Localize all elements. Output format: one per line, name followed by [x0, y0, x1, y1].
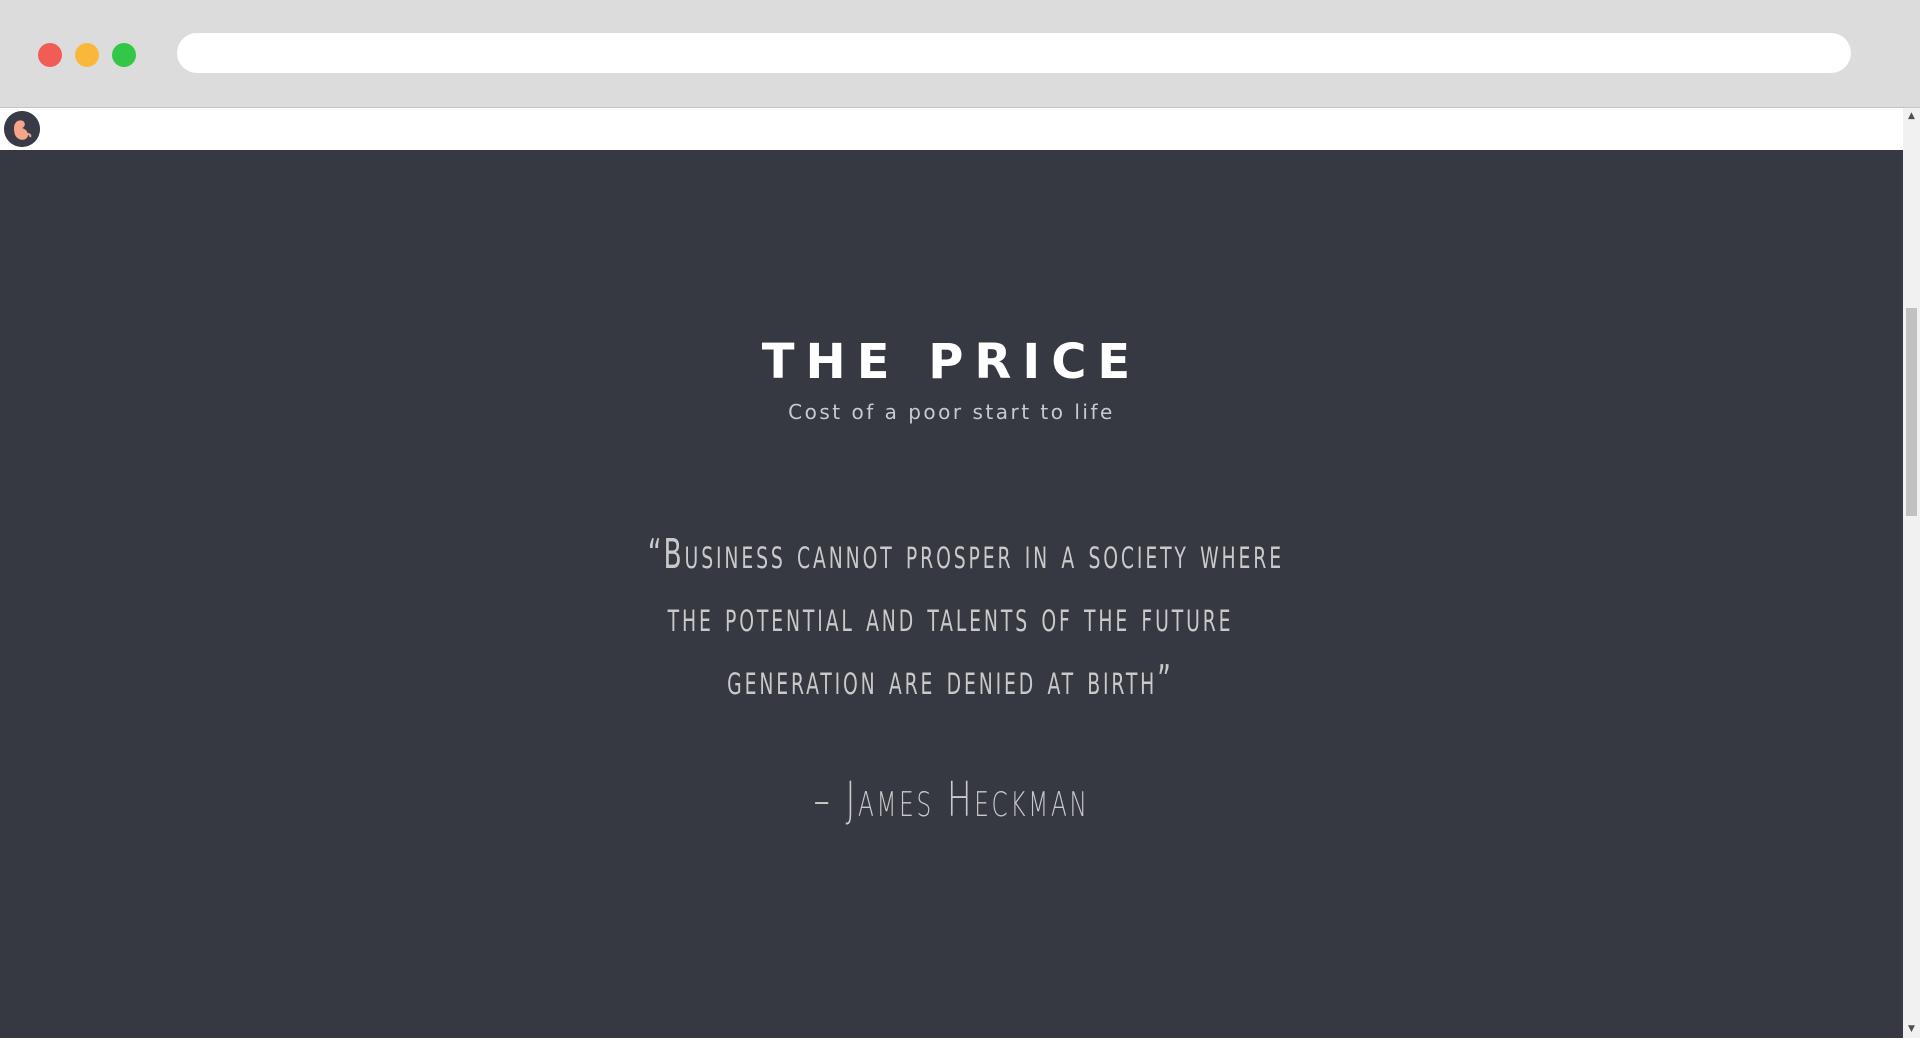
scroll-up-icon[interactable]: ▲	[1903, 108, 1920, 125]
scrollbar-thumb[interactable]	[1906, 308, 1917, 516]
quote-text: “Business cannot prosper in a society wh…	[647, 523, 1284, 712]
page-viewport: THE PRICE Cost of a poor start to life “…	[0, 108, 1920, 1058]
page-bottom-strip	[0, 1038, 1903, 1058]
site-logo[interactable]	[4, 111, 40, 147]
site-header	[0, 108, 1903, 150]
maximize-window-button[interactable]	[112, 43, 136, 67]
scroll-down-icon[interactable]: ▼	[1903, 1021, 1920, 1038]
quote-author: – James Heckman	[813, 772, 1090, 828]
quote-line: “Business cannot prosper in a society wh…	[647, 530, 1284, 578]
quote-block: “Business cannot prosper in a society wh…	[0, 150, 1903, 1038]
browser-toolbar	[0, 0, 1920, 108]
close-window-button[interactable]	[38, 43, 62, 67]
price-section: THE PRICE Cost of a poor start to life “…	[0, 150, 1903, 1038]
minimize-window-button[interactable]	[75, 43, 99, 67]
address-bar[interactable]	[177, 33, 1851, 73]
fetus-icon	[4, 111, 40, 147]
quote-line: the potential and talents of the future	[667, 593, 1234, 641]
vertical-scrollbar[interactable]: ▲ ▼	[1903, 108, 1920, 1038]
quote-line: generation are denied at birth”	[727, 656, 1174, 704]
